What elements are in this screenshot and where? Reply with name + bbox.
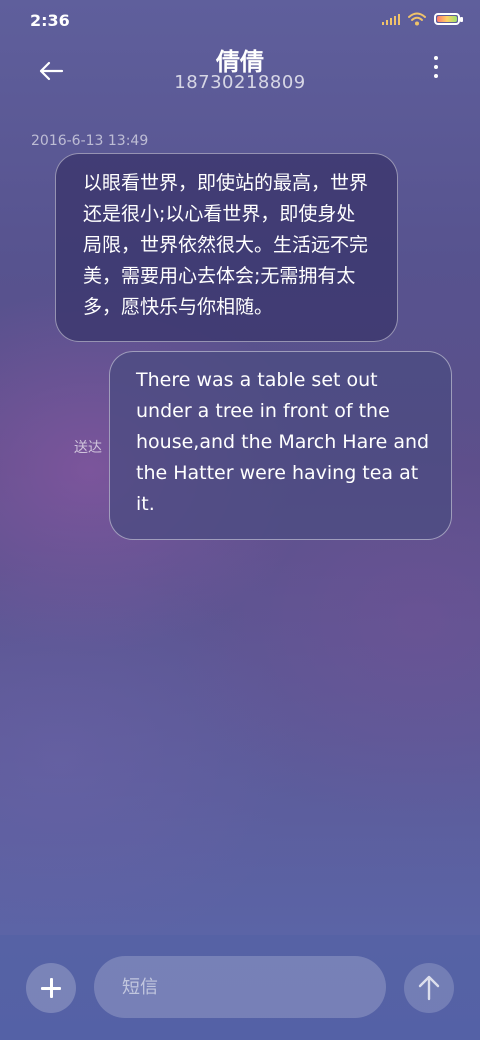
message-timestamp: 2016-6-13 13:49 [31, 133, 149, 149]
signal-icon [382, 13, 400, 25]
delivery-status: 送达 [74, 440, 102, 456]
contact-number: 18730218809 [174, 72, 306, 93]
status-time: 2:36 [30, 11, 70, 30]
message-line: 还是很小;以心看世界，即使身处 [83, 203, 356, 225]
sent-message-bubble[interactable]: There was a table set out under a tree i… [109, 351, 452, 540]
message-line: under a tree in front of the [136, 400, 390, 422]
add-attachment-button[interactable] [26, 963, 76, 1013]
message-line: 美，需要用心去体会;无需拥有太 [83, 265, 356, 287]
arrow-up-icon [418, 975, 440, 1001]
battery-icon [434, 13, 463, 25]
conversation-header: 倩倩 18730218809 [0, 40, 480, 110]
message-line: house,and the March Hare and [136, 431, 430, 453]
status-icons [382, 12, 463, 26]
send-button[interactable] [404, 963, 454, 1013]
more-options-button[interactable] [430, 56, 442, 86]
battery-level [437, 16, 457, 22]
status-bar: 2:36 [0, 0, 480, 40]
message-input[interactable] [94, 956, 386, 1018]
message-line: it. [136, 493, 155, 515]
message-line: 以眼看世界，即使站的最高，世界 [83, 172, 369, 194]
message-line: There was a table set out [136, 369, 378, 391]
received-message-bubble[interactable]: 以眼看世界，即使站的最高，世界 还是很小;以心看世界，即使身处 局限，世界依然很… [55, 153, 398, 342]
wifi-icon [408, 12, 426, 26]
message-composer [0, 935, 480, 1040]
message-line: the Hatter were having tea at [136, 462, 419, 484]
message-line: 局限，世界依然很大。生活远不完 [83, 234, 369, 256]
more-vertical-icon [434, 56, 438, 60]
message-line: 多，愿快乐与你相随。 [83, 296, 274, 318]
